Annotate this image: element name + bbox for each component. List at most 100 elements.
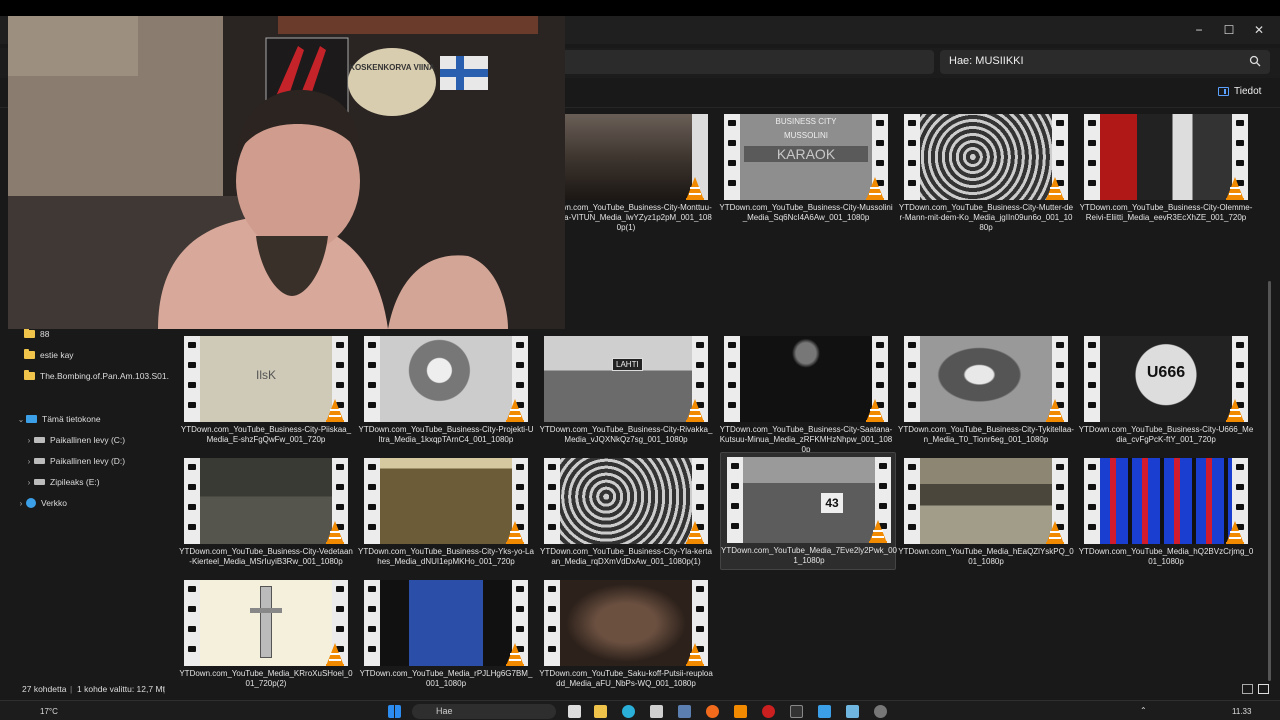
folder-icon — [24, 349, 35, 359]
details-view-icon[interactable] — [1242, 684, 1253, 694]
nav-item-drive-d[interactable]: › Paikallinen levy (D:) — [24, 451, 125, 471]
video-file-tile[interactable]: YTDown.com_YouTube_Media_KRroXuSHoel_001… — [178, 576, 354, 694]
video-thumbnail: 43 — [727, 457, 891, 543]
video-file-tile[interactable]: YTDown.com_YouTube_Media_rPJLHg6G7BM_001… — [358, 576, 534, 694]
nav-item-estie-kay[interactable]: estie kay — [24, 345, 74, 365]
video-thumbnail: U666 — [1084, 336, 1248, 422]
taskbar-search[interactable]: Hae — [412, 704, 556, 719]
file-name: YTDown.com_YouTube_Business-City-Projekt… — [358, 425, 534, 444]
video-thumbnail: BUSINESS CITY MUSSOLINI KARAOK — [724, 114, 888, 200]
nav-item-label: Verkko — [41, 498, 67, 508]
nav-item-drive-c[interactable]: › Paikallinen levy (C:) — [24, 430, 125, 450]
maximize-button[interactable]: ☐ — [1214, 20, 1244, 40]
file-explorer-icon[interactable] — [594, 705, 607, 718]
chevron-right-icon[interactable]: › — [24, 478, 34, 487]
video-file-tile[interactable]: YTDown.com_YouTube_Saku-koff-Putsii-reup… — [538, 576, 714, 694]
video-thumbnail — [1084, 114, 1248, 200]
video-thumbnail: LAHTI — [544, 336, 708, 422]
tray-chevron-icon[interactable]: ⌃ — [1140, 706, 1147, 715]
file-name: YTDown.com_YouTube_Media_hEaQZlYskPQ_001… — [898, 547, 1074, 566]
nav-item-label: Tämä tietokone — [42, 414, 101, 424]
vlc-icon — [326, 521, 344, 544]
webcam-overlay: KOSKENKORVA VIINA — [8, 16, 565, 329]
taskbar-search-label: Hae — [436, 706, 453, 716]
vlc-taskbar-icon[interactable] — [734, 705, 747, 718]
video-thumbnail — [904, 458, 1068, 544]
video-thumbnail — [364, 580, 528, 666]
vlc-icon — [1046, 177, 1064, 200]
nav-item-drive-e[interactable]: › Zipileaks (E:) — [24, 472, 100, 492]
video-file-tile[interactable]: YTDown.com_YouTube_Media_hQ2BVzCrjmg_001… — [1078, 454, 1254, 572]
nav-item-network[interactable]: › Verkko — [16, 493, 67, 513]
vlc-icon — [1226, 521, 1244, 544]
video-thumbnail — [904, 336, 1068, 422]
chevron-right-icon[interactable]: › — [24, 457, 34, 466]
close-button[interactable]: ✕ — [1244, 20, 1274, 40]
nav-item-label: Zipileaks (E:) — [50, 477, 100, 487]
nav-item-label: 88 — [40, 329, 50, 339]
video-file-tile[interactable]: YTDown.com_YouTube_Business-City-Tykitel… — [898, 332, 1074, 450]
start-icon[interactable] — [388, 705, 401, 718]
chevron-down-icon[interactable]: ⌄ — [16, 415, 26, 424]
navigation-pane: 88 estie kay The.Bombing.of.Pan.Am.103.S… — [8, 324, 169, 574]
search-icon[interactable] — [1249, 55, 1261, 67]
video-file-tile[interactable]: YTDown.com_YouTube_Business-City-Yks-yo-… — [358, 454, 534, 572]
poster-text: KOSKENKORVA VIINA — [349, 63, 435, 72]
vlc-icon — [869, 520, 887, 543]
minimize-button[interactable]: − — [1184, 20, 1214, 40]
thumbnail-text: U666 — [1146, 364, 1186, 381]
file-name: YTDown.com_YouTube_Business-City-Yla-ker… — [540, 547, 712, 566]
video-file-tile[interactable]: LAHTI YTDown.com_YouTube_Business-City-R… — [538, 332, 714, 450]
edge-icon[interactable] — [622, 705, 635, 718]
address-input[interactable] — [540, 50, 934, 74]
file-name: YTDown.com_YouTube_Business-City-Piiskaa… — [180, 425, 352, 444]
opera-icon[interactable] — [762, 705, 775, 718]
video-file-tile[interactable]: YTDown.com_YouTube_Business-City-Vedetaa… — [178, 454, 354, 572]
video-file-tile[interactable]: YTDown.com_YouTube_Business-City-Yla-ker… — [538, 454, 714, 572]
weather-temp[interactable]: 17°C — [40, 707, 58, 716]
video-file-tile[interactable]: YTDown.com_YouTube_Business-City-Projekt… — [358, 332, 534, 450]
folder-icon — [24, 370, 35, 380]
video-thumbnail — [724, 336, 888, 422]
thumbnail-text: LAHTI — [612, 358, 643, 371]
file-name: YTDown.com_YouTube_Business-City-Yks-yo-… — [358, 547, 534, 566]
video-thumbnail — [184, 458, 348, 544]
video-file-tile[interactable]: YTDown.com_YouTube_Business-City-Olemme-… — [1078, 110, 1254, 228]
video-file-tile[interactable]: U666 YTDown.com_YouTube_Business-City-U6… — [1078, 332, 1254, 450]
video-file-tile[interactable]: BUSINESS CITY MUSSOLINI KARAOK YTDown.co… — [718, 110, 894, 228]
details-pane-button[interactable]: Tiedot — [1218, 86, 1261, 97]
settings-icon[interactable] — [874, 705, 887, 718]
video-file-tile[interactable]: YTDown.com_YouTube_Media_hEaQZlYskPQ_001… — [898, 454, 1074, 572]
nav-item-label: Paikallinen levy (D:) — [50, 456, 126, 466]
file-name: YTDown.com_YouTube_Media_7Eve2ly2Pwk_001… — [721, 546, 897, 565]
large-icons-view-icon[interactable] — [1258, 684, 1269, 694]
file-name: YTDown.com_YouTube_Business-City-Vedetaa… — [179, 547, 353, 566]
item-count: 27 kohdetta — [22, 684, 67, 694]
video-file-tile[interactable]: YTDown.com_YouTube_Business-City-Mutter-… — [898, 110, 1074, 232]
photos-icon[interactable] — [818, 705, 831, 718]
chevron-right-icon[interactable]: › — [24, 436, 34, 445]
vertical-scrollbar[interactable] — [1268, 281, 1271, 681]
vlc-icon — [866, 399, 884, 422]
nav-item-label: The.Bombing.of.Pan.Am.103.S01. — [40, 371, 169, 381]
video-file-tile[interactable]: IlsK YTDown.com_YouTube_Business-City-Pi… — [178, 332, 354, 450]
app-icon[interactable] — [846, 705, 859, 718]
task-view-icon[interactable] — [568, 705, 581, 718]
drive-icon — [34, 458, 45, 464]
vlc-icon — [326, 643, 344, 666]
file-name: YTDown.com_YouTube_Business-City-Mutter-… — [898, 203, 1074, 232]
firefox-icon[interactable] — [706, 705, 719, 718]
terminal-icon[interactable] — [790, 705, 803, 718]
steam-icon[interactable] — [678, 705, 691, 718]
video-file-tile[interactable]: YTDown.com_YouTube_Business-City-Saatana… — [718, 332, 894, 454]
video-file-tile[interactable]: 43 YTDown.com_YouTube_Media_7Eve2ly2Pwk_… — [720, 452, 897, 570]
vlc-icon — [686, 177, 704, 200]
nav-item-this-pc[interactable]: ⌄ Tämä tietokone — [16, 409, 101, 429]
nav-item-bombing-pan-am[interactable]: The.Bombing.of.Pan.Am.103.S01. — [24, 366, 169, 386]
store-icon[interactable] — [650, 705, 663, 718]
clock[interactable]: 11.33 — [1232, 707, 1251, 716]
video-thumbnail — [544, 458, 708, 544]
chevron-right-icon[interactable]: › — [16, 499, 26, 508]
vlc-icon — [686, 643, 704, 666]
search-input[interactable]: Hae: MUSIIKKI — [940, 50, 1270, 74]
